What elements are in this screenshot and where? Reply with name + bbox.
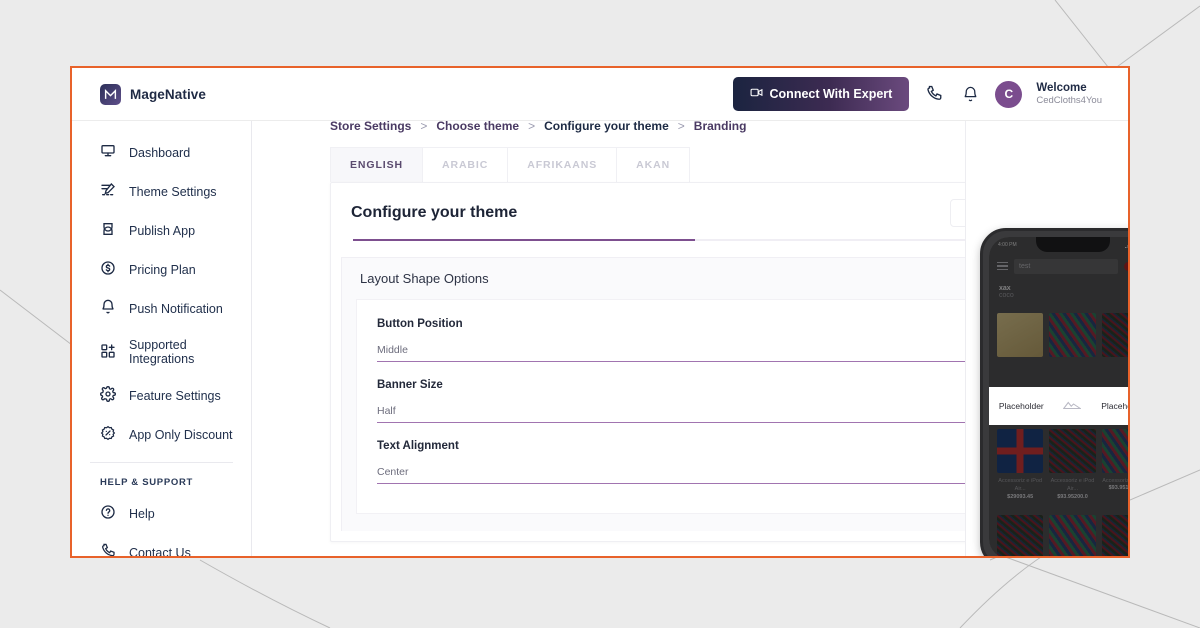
preview-pane: 4:00 PM test xax coco Placeholder Placeh… xyxy=(965,121,1128,556)
breadcrumb-item[interactable]: Branding xyxy=(694,121,747,133)
video-camera-icon xyxy=(750,86,763,102)
phone-mockup: 4:00 PM test xax coco Placeholder Placeh… xyxy=(980,228,1128,556)
welcome-block[interactable]: Welcome CedCloths4You xyxy=(1036,81,1102,107)
placeholder-right-label[interactable]: Placeholder xyxy=(1101,401,1128,411)
avatar[interactable]: C xyxy=(995,80,1023,108)
breadcrumb-separator: > xyxy=(528,121,536,133)
welcome-title: Welcome xyxy=(1036,81,1087,94)
app-window: MageNative Connect With Expert C Welcome… xyxy=(70,66,1130,558)
tab-english[interactable]: ENGLISH xyxy=(330,147,423,182)
sidebar: Dashboard Theme Settings Publish App Pri… xyxy=(72,121,252,556)
sidebar-item-theme-settings[interactable]: Theme Settings xyxy=(72,172,251,211)
dashboard-icon xyxy=(100,143,116,162)
sidebar-item-dashboard[interactable]: Dashboard xyxy=(72,133,251,172)
mountain-icon xyxy=(1063,397,1083,415)
breadcrumb-separator: > xyxy=(420,121,428,133)
sidebar-item-help[interactable]: Help xyxy=(72,494,251,533)
placeholder-left-label[interactable]: Placeholder xyxy=(999,401,1044,411)
placeholder-banner-strip: Placeholder Placeholder xyxy=(989,387,1128,425)
integrations-icon xyxy=(100,343,116,362)
sidebar-help-heading: HELP & SUPPORT xyxy=(100,477,194,488)
select-button-position[interactable]: Middle ▼ xyxy=(377,344,1056,362)
tab-afrikaans[interactable]: AFRIKAANS xyxy=(508,147,618,182)
breadcrumb-separator: > xyxy=(677,121,685,133)
sidebar-item-feature-settings[interactable]: Feature Settings xyxy=(72,376,251,415)
field-label-text-alignment: Text Alignment xyxy=(377,440,459,452)
page-title: Configure your theme xyxy=(351,204,518,221)
field-label-button-position: Button Position xyxy=(377,318,463,330)
select-value: Middle xyxy=(377,344,408,356)
sidebar-item-pricing-plan[interactable]: Pricing Plan xyxy=(72,250,251,289)
sidebar-item-label: Publish App xyxy=(129,223,196,238)
gear-icon xyxy=(100,386,116,405)
publish-app-icon xyxy=(100,221,116,240)
pricing-plan-icon xyxy=(100,260,116,279)
tab-akan[interactable]: AKAN xyxy=(617,147,691,182)
select-text-alignment[interactable]: Center ▼ xyxy=(377,466,1056,484)
connect-with-expert-label: Connect With Expert xyxy=(769,87,893,101)
sidebar-item-label: Contact Us xyxy=(129,545,191,558)
phone-icon[interactable] xyxy=(923,83,945,105)
sidebar-item-app-only-discount[interactable]: App Only Discount xyxy=(72,415,251,454)
sidebar-item-publish-app[interactable]: Publish App xyxy=(72,211,251,250)
top-bar-actions: Connect With Expert C Welcome CedCloths4… xyxy=(732,77,1128,111)
sidebar-item-label: Pricing Plan xyxy=(129,262,196,277)
phone-icon xyxy=(100,543,116,556)
sidebar-item-label: Feature Settings xyxy=(129,388,221,403)
select-banner-size[interactable]: Half ▼ xyxy=(377,405,1056,423)
sidebar-item-label: Push Notification xyxy=(129,301,223,316)
sidebar-item-label: Theme Settings xyxy=(129,184,217,199)
select-value: Half xyxy=(377,405,396,417)
theme-settings-icon xyxy=(100,182,116,201)
sidebar-item-supported-integrations[interactable]: Supported Integrations xyxy=(72,328,251,376)
sidebar-item-push-notification[interactable]: Push Notification xyxy=(72,289,251,328)
magenative-logo-icon xyxy=(100,83,121,105)
breadcrumb-item[interactable]: Choose theme xyxy=(436,121,519,133)
discount-icon xyxy=(100,425,116,444)
sidebar-item-label: Supported Integrations xyxy=(129,338,195,366)
breadcrumb-item-current[interactable]: Configure your theme xyxy=(544,121,669,133)
brand[interactable]: MageNative xyxy=(72,83,252,105)
tab-arabic[interactable]: ARABIC xyxy=(422,147,509,182)
sidebar-item-label: Help xyxy=(129,506,155,521)
brand-name: MageNative xyxy=(130,86,207,102)
question-circle-icon xyxy=(100,504,116,523)
connect-with-expert-button[interactable]: Connect With Expert xyxy=(732,77,910,111)
sidebar-item-contact-us[interactable]: Contact Us xyxy=(72,533,251,558)
phone-screen: 4:00 PM test xax coco Placeholder Placeh… xyxy=(989,237,1128,556)
sidebar-item-label: Dashboard xyxy=(129,145,191,160)
field-label-banner-size: Banner Size xyxy=(377,379,443,391)
accordion-title: Layout Shape Options xyxy=(360,271,489,286)
bell-icon[interactable] xyxy=(959,83,981,105)
top-bar: MageNative Connect With Expert C Welcome… xyxy=(72,68,1128,121)
sidebar-item-label: App Only Discount xyxy=(129,427,233,442)
welcome-username: CedCloths4You xyxy=(1036,95,1102,107)
bell-icon xyxy=(100,299,116,318)
breadcrumb-item[interactable]: Store Settings xyxy=(330,121,411,133)
select-value: Center xyxy=(377,466,409,478)
